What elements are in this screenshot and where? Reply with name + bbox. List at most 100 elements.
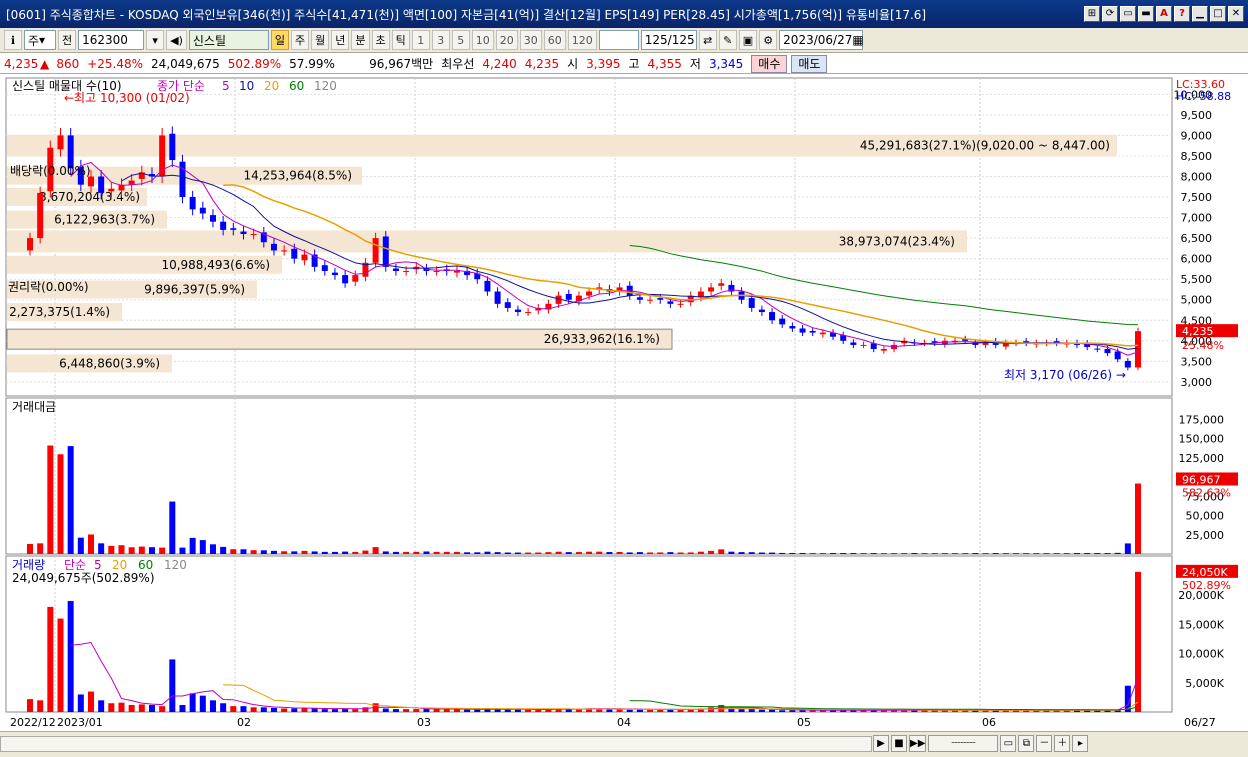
volume-profile-label: 9,896,397(5.9%) [144, 282, 245, 296]
hc-label: HC:-58.88 [1176, 90, 1231, 103]
tab-tick[interactable]: 틱 [391, 30, 410, 50]
amount-bar [108, 545, 115, 554]
amount-bar [67, 446, 74, 554]
candle [819, 332, 826, 335]
amount-pct-tag: 582.63% [1182, 486, 1231, 499]
interval-30[interactable]: 30 [519, 30, 542, 50]
amount-bar [47, 445, 54, 554]
settings-icon[interactable]: ⚙ [759, 30, 778, 50]
volume-bar [403, 709, 410, 712]
amount-bar [931, 553, 938, 554]
volume-profile-label: 2,273,375(1.4%) [9, 305, 110, 319]
info-icon[interactable]: ℹ [4, 30, 22, 50]
price-tick-label: 7,000 [1181, 212, 1213, 225]
interval-1[interactable]: 1 [411, 30, 430, 50]
tab-month[interactable]: 월 [311, 30, 330, 50]
tab-week[interactable]: 주 [291, 30, 310, 50]
interval-3[interactable]: 3 [431, 30, 450, 50]
volume-profile-bar [7, 230, 967, 253]
tab-day[interactable]: 일 [270, 30, 290, 50]
x-axis-label: 05 [797, 716, 811, 729]
amount-bar [769, 552, 776, 554]
interval-10[interactable]: 10 [471, 30, 494, 50]
candle [453, 270, 460, 273]
stop-icon[interactable]: ■ [891, 735, 907, 752]
amount-bar [921, 553, 928, 554]
amount-bar [667, 552, 674, 554]
volume-bar [189, 693, 196, 712]
speaker-icon[interactable]: ◀) [166, 30, 187, 50]
amount-bar [708, 550, 715, 554]
amount-bar [199, 540, 206, 554]
candle [281, 250, 288, 252]
tools-icon[interactable]: ✎ [718, 30, 737, 50]
amount-bar [331, 551, 338, 554]
candle [718, 283, 725, 286]
amount-bar [1053, 553, 1060, 554]
interval-20[interactable]: 20 [495, 30, 518, 50]
tab-minute[interactable]: 분 [351, 30, 370, 50]
interval-120[interactable]: 120 [567, 30, 597, 50]
play-icon[interactable]: ▶ [873, 735, 889, 752]
all-button[interactable]: 전 [58, 30, 77, 50]
count-input[interactable]: 125/125 [640, 30, 697, 50]
amount-bar [697, 551, 704, 554]
date-input[interactable]: 2023/06/27 ▦ [779, 30, 864, 50]
tab-year[interactable]: 년 [331, 30, 350, 50]
title-bar: [0601] 주식종합차트 - KOSDAQ 외국인보유[346(천)] 주식수… [0, 0, 1248, 28]
interval-60[interactable]: 60 [543, 30, 566, 50]
volume-bar [331, 709, 338, 712]
volume-bar [392, 709, 399, 712]
count-value: 125 [644, 33, 668, 47]
interval-5[interactable]: 5 [451, 30, 470, 50]
chart-svg[interactable]: 10,0009,5009,0008,5008,0007,5007,0006,50… [0, 76, 1248, 731]
volume-bar [118, 702, 125, 712]
maximize-button[interactable]: □ [1210, 6, 1226, 22]
candle [240, 231, 247, 234]
refresh-icon[interactable]: ⟳ [1102, 6, 1118, 22]
link-icon[interactable]: ⊞ [1084, 6, 1100, 22]
amount-bar [342, 551, 349, 554]
tab-second[interactable]: 초 [371, 30, 390, 50]
code-input[interactable]: 162300 [78, 30, 145, 50]
interval-input[interactable] [598, 30, 639, 50]
stock-name[interactable]: 신스틸 [188, 30, 269, 50]
volume-ma-label: 단순 [64, 558, 86, 572]
chart-area[interactable]: 10,000 9,500 9,000 8,500 8,000 7,500 7,000 6,50… [0, 76, 1248, 731]
help-icon[interactable]: ? [1174, 6, 1190, 22]
amount-bar [372, 547, 379, 554]
dropdown-icon[interactable]: ▾ [146, 30, 165, 50]
window-icon[interactable]: ▭ [1120, 6, 1136, 22]
arrows-icon[interactable]: ⇄ [698, 30, 717, 50]
copy-icon[interactable]: ⧉ [1018, 735, 1035, 752]
close-button[interactable]: ✕ [1228, 6, 1244, 22]
scroll-right-icon[interactable]: ▸ [1072, 735, 1089, 752]
window-icon[interactable]: ▭ [1000, 735, 1017, 752]
zoom-in-icon[interactable]: ＋ [1054, 735, 1071, 752]
horizontal-scrollbar[interactable] [0, 736, 872, 752]
sell-button[interactable]: 매도 [791, 54, 828, 73]
amount-tick-label: 125,000 [1179, 452, 1225, 465]
type-select[interactable]: 주 ▾ [24, 30, 56, 50]
amount-bar [1013, 553, 1020, 554]
minimize-button[interactable]: ▁ [1192, 6, 1208, 22]
volume-ma-period: 120 [164, 558, 187, 572]
price-tick-label: 3,500 [1181, 355, 1213, 368]
candle [494, 291, 501, 304]
candle [108, 188, 115, 192]
save-icon[interactable]: ▣ [738, 30, 758, 50]
print-icon[interactable]: ▬ [1138, 6, 1154, 22]
font-icon[interactable]: A [1156, 6, 1172, 22]
amount-bar [870, 553, 877, 554]
fast-forward-icon[interactable]: ▶▶ [909, 735, 927, 752]
volume-bar [311, 708, 318, 712]
buy-button[interactable]: 매수 [751, 54, 788, 73]
candle [514, 309, 521, 313]
volume-bar [769, 709, 776, 712]
candle [525, 312, 532, 314]
zoom-out-icon[interactable]: － [1036, 735, 1053, 752]
amount-bar [514, 552, 521, 554]
amount-panel-header: 거래대금 [12, 400, 56, 414]
zoom-slider[interactable]: ┈┈┈┈ [928, 735, 999, 752]
amount-bar [1114, 552, 1121, 554]
